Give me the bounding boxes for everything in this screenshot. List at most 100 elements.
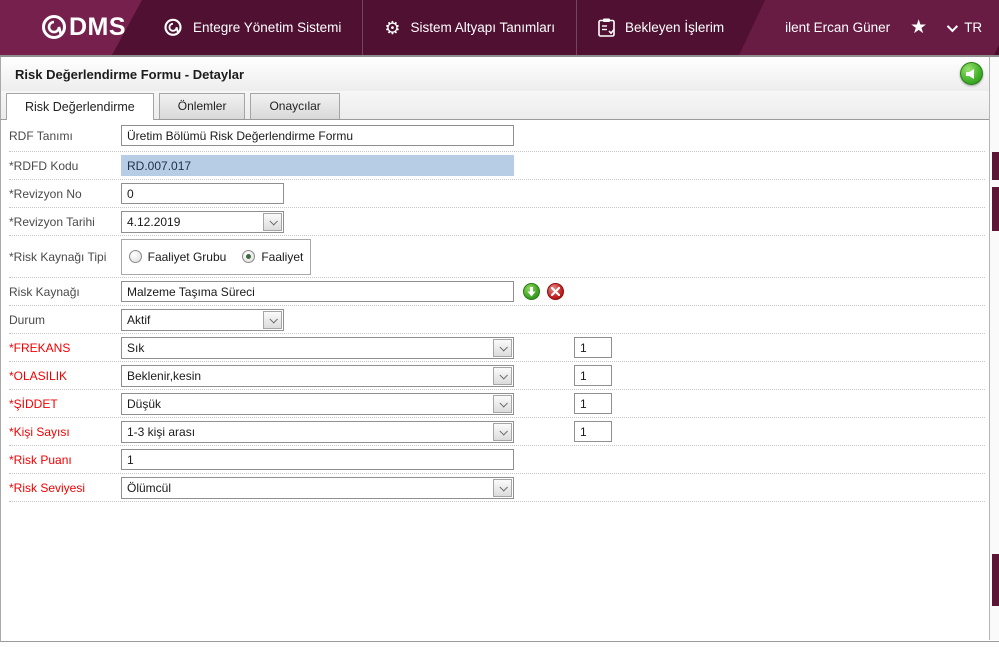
arrow-down-icon xyxy=(527,287,536,297)
page-header: Risk Değerlendirme Formu - Detaylar xyxy=(0,57,999,91)
radio-label: Faaliyet xyxy=(261,250,303,264)
row-kisi-sayisi: *Kişi Sayısı 1-3 kişi arası xyxy=(9,418,985,446)
chevron-down-icon xyxy=(263,311,282,329)
chevron-down-icon xyxy=(493,339,512,357)
logo-section[interactable]: DMS xyxy=(0,0,142,55)
rdfd-kodu-label: *RDFD Kodu xyxy=(9,159,121,173)
strip-fragment xyxy=(992,187,999,231)
right-edge-strip[interactable] xyxy=(989,57,999,640)
language-label: TR xyxy=(964,20,982,35)
radio-icon xyxy=(129,250,142,263)
row-revizyon-no: *Revizyon No xyxy=(9,180,985,208)
risk-kaynagi-input[interactable] xyxy=(121,281,514,302)
qdms-mini-icon xyxy=(163,18,183,38)
radio-faaliyet[interactable]: Faaliyet xyxy=(242,250,303,264)
star-icon[interactable]: ★ xyxy=(910,18,927,37)
top-navigation-bar: DMS Entegre Yönetim Sistemi ⚙ Sistem Alt… xyxy=(0,0,999,55)
risk-seviyesi-select[interactable]: Ölümcül xyxy=(121,477,514,499)
durum-value: Aktif xyxy=(122,313,150,327)
language-selector[interactable]: TR xyxy=(947,20,982,35)
risk-puani-label: *Risk Puanı xyxy=(9,453,121,467)
frekans-label: *FREKANS xyxy=(9,341,121,355)
chevron-down-icon xyxy=(263,213,282,231)
frekans-select[interactable]: Sık xyxy=(121,337,514,359)
bottom-spacer xyxy=(0,642,999,647)
row-risk-seviyesi: *Risk Seviyesi Ölümcül xyxy=(9,474,985,502)
row-risk-kaynagi: Risk Kaynağı xyxy=(9,278,985,306)
rdf-tanimi-input[interactable] xyxy=(121,125,514,146)
chevron-down-icon xyxy=(493,367,512,385)
main-menu: Entegre Yönetim Sistemi ⚙ Sistem Altyapı… xyxy=(142,0,745,55)
strip-fragment xyxy=(992,152,999,180)
menu-item-entegre-yonetim-sistemi[interactable]: Entegre Yönetim Sistemi xyxy=(142,0,362,55)
clear-risk-source-button[interactable] xyxy=(547,283,564,300)
row-rdfd-kodu: *RDFD Kodu RD.007.017 xyxy=(9,152,985,180)
row-risk-kaynagi-tipi: *Risk Kaynağı Tipi Faaliyet Grubu Faaliy… xyxy=(9,236,985,278)
row-siddet: *ŞİDDET Düşük xyxy=(9,390,985,418)
kisi-sayisi-value: 1-3 kişi arası xyxy=(122,425,195,439)
risk-seviyesi-value: Ölümcül xyxy=(122,481,171,495)
risk-kaynagi-label: Risk Kaynağı xyxy=(9,285,121,299)
row-rdf-tanimi: RDF Tanımı xyxy=(9,120,985,152)
row-revizyon-tarihi: *Revizyon Tarihi 4.12.2019 xyxy=(9,208,985,236)
menu-item-label: Entegre Yönetim Sistemi xyxy=(193,20,341,35)
risk-puani-input[interactable] xyxy=(121,449,514,470)
form-content: RDF Tanımı *RDFD Kodu RD.007.017 *Revizy… xyxy=(0,120,999,642)
revizyon-no-label: *Revizyon No xyxy=(9,187,121,201)
row-olasilik: *OLASILIK Beklenir,kesin xyxy=(9,362,985,390)
kisi-sayisi-score-input[interactable] xyxy=(574,421,612,442)
olasilik-select[interactable]: Beklenir,kesin xyxy=(121,365,514,387)
chevron-down-icon xyxy=(493,479,512,497)
risk-kaynagi-tipi-label: *Risk Kaynağı Tipi xyxy=(9,250,121,264)
qdms-logo-icon xyxy=(40,14,68,42)
rdf-tanimi-label: RDF Tanımı xyxy=(9,129,121,143)
risk-seviyesi-label: *Risk Seviyesi xyxy=(9,481,121,495)
frekans-score-input[interactable] xyxy=(574,337,612,358)
radio-label: Faaliyet Grubu xyxy=(148,250,227,264)
menu-item-label: Sistem Altyapı Tanımları xyxy=(410,20,555,35)
durum-select[interactable]: Aktif xyxy=(121,309,284,331)
menu-item-label: Bekleyen İşlerim xyxy=(625,20,724,35)
chevron-down-icon xyxy=(493,423,512,441)
logo-text: DMS xyxy=(69,13,126,42)
qdms-logo: DMS xyxy=(40,13,126,42)
back-arrow-icon xyxy=(966,69,974,79)
row-risk-puani: *Risk Puanı xyxy=(9,446,985,474)
page-title: Risk Değerlendirme Formu - Detaylar xyxy=(15,67,244,82)
revizyon-tarihi-select[interactable]: 4.12.2019 xyxy=(121,211,284,233)
olasilik-score-input[interactable] xyxy=(574,365,612,386)
rdfd-kodu-field: RD.007.017 xyxy=(121,155,514,176)
back-button[interactable] xyxy=(960,62,983,85)
chevron-down-icon xyxy=(493,395,512,413)
row-durum: Durum Aktif xyxy=(9,306,985,334)
revizyon-tarihi-label: *Revizyon Tarihi xyxy=(9,215,121,229)
clipboard-check-icon xyxy=(598,18,615,37)
tab-onaycilar[interactable]: Onaycılar xyxy=(250,93,339,119)
revizyon-tarihi-value: 4.12.2019 xyxy=(122,215,180,229)
gear-icon: ⚙ xyxy=(384,19,400,37)
tab-risk-degerlendirme[interactable]: Risk Değerlendirme xyxy=(6,93,154,120)
x-icon xyxy=(551,287,560,296)
frekans-value: Sık xyxy=(122,341,144,355)
risk-kaynagi-tipi-group: Faaliyet Grubu Faaliyet xyxy=(121,239,311,275)
user-name[interactable]: ilent Ercan Güner xyxy=(785,20,890,35)
row-frekans: *FREKANS Sık xyxy=(9,334,985,362)
radio-checked-icon xyxy=(242,250,255,263)
siddet-label: *ŞİDDET xyxy=(9,397,121,411)
siddet-select[interactable]: Düşük xyxy=(121,393,514,415)
select-risk-source-button[interactable] xyxy=(523,283,540,300)
siddet-score-input[interactable] xyxy=(574,393,612,414)
tab-onlemler[interactable]: Önlemler xyxy=(159,93,246,119)
tab-bar: Risk Değerlendirme Önlemler Onaycılar xyxy=(0,91,999,120)
menu-item-bekleyen-islerim[interactable]: Bekleyen İşlerim xyxy=(577,0,745,55)
siddet-value: Düşük xyxy=(122,397,161,411)
olasilik-label: *OLASILIK xyxy=(9,369,121,383)
radio-faaliyet-grubu[interactable]: Faaliyet Grubu xyxy=(129,250,227,264)
user-section: ilent Ercan Güner ★ TR xyxy=(739,0,999,55)
strip-fragment xyxy=(992,554,999,606)
olasilik-value: Beklenir,kesin xyxy=(122,369,201,383)
revizyon-no-input[interactable] xyxy=(121,183,284,204)
kisi-sayisi-select[interactable]: 1-3 kişi arası xyxy=(121,421,514,443)
menu-item-sistem-altyapi-tanimlari[interactable]: ⚙ Sistem Altyapı Tanımları xyxy=(363,0,576,55)
kisi-sayisi-label: *Kişi Sayısı xyxy=(9,425,121,439)
